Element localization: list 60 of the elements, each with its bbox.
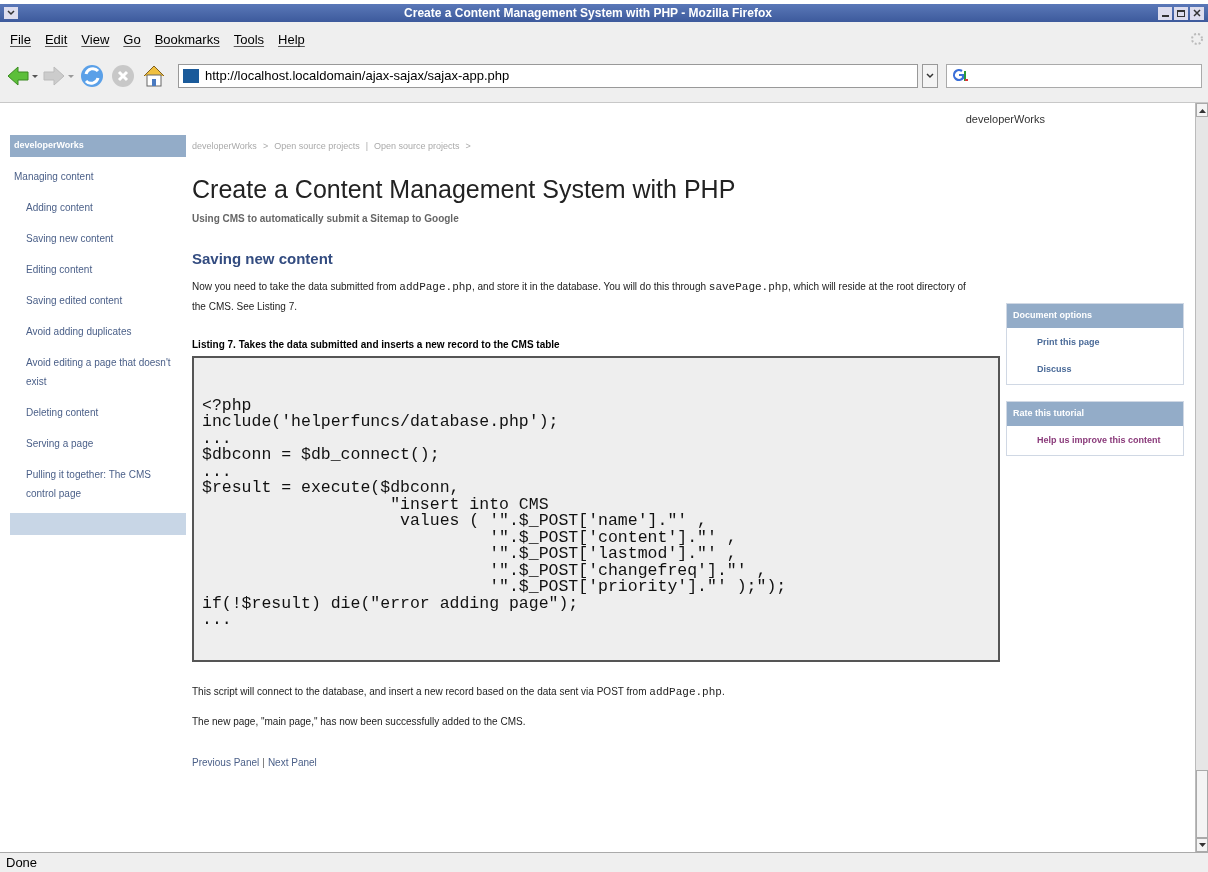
pager-link[interactable]: Previous Panel [192,755,260,770]
breadcrumb-item: developerWorks [192,140,257,154]
address-field[interactable]: http://localhost.localdomain/ajax-sajax/sajax-app.php [178,64,918,88]
menu-item[interactable]: Go [119,30,145,50]
menu-item[interactable]: Help [274,30,309,50]
side-box-link[interactable]: Discuss [1037,361,1175,378]
throbber-icon [1190,32,1204,46]
dropdown-button[interactable] [922,64,938,88]
back-arrow-icon[interactable] [6,64,38,88]
breadcrumb-item: | [365,140,369,154]
chevron-down-icon [926,73,934,79]
side-box-link[interactable]: Print this page [1037,334,1175,351]
breadcrumb-item: Open source projects [374,140,460,154]
search-engine-icon[interactable] [951,68,969,84]
sidebar-link[interactable]: Editing content [10,254,186,285]
page-title: Create a Content Management System with PHP [192,174,737,205]
breadcrumb-item: > [465,140,471,154]
menu-item[interactable]: View [77,30,114,50]
sidebar-link[interactable]: Pulling it together: The CMS control page [10,459,186,509]
maximize-icon[interactable] [1174,6,1188,20]
menu-item[interactable]: Edit [40,30,72,50]
close-icon[interactable] [1190,6,1204,20]
sidebar-link[interactable]: Serving a page [10,428,186,459]
scroll-down-icon[interactable] [1198,842,1206,848]
window-title: Create a Content Management System with PHP - Mozilla Firefox [404,5,772,22]
section-heading: Saving new content [192,249,334,269]
breadcrumb-item: Open source projects [274,140,360,154]
code-listing: <?php include('helperfuncs/database.php'); ... $dbconn = $db_connect(); ... $result = execute($dbconn, "insert into CMS values ( '".$_POST['name']."' , '".$_POST['content']."' , '".$_POST['lastmod']."' , '".$_POST['changefreq']."' , '".$_POST['priority']."' );"); if(!$result) die("error adding page"); ... [192,355,1000,662]
search-field[interactable] [946,64,1202,88]
paragraph: Now you need to take the data submitted from addPage.php, and store it in the database. You will do this through savePage.php, which will reside at the root directory of the CMS. See Listing 7. [192,279,967,314]
paragraph: The new page, "main page," has now been successfully added to the CMS. [192,715,527,729]
sidebar-header: developerWorks [10,135,186,157]
menu-item[interactable]: Bookmarks [150,30,224,50]
window-menu-icon[interactable] [4,7,18,19]
menu-item[interactable]: Tools [229,30,269,50]
sidebar-link[interactable]: Deleting content [10,397,186,428]
breadcrumb-item: > [262,140,269,154]
sidebar-link[interactable]: Avoid editing a page that doesn't exist [10,347,186,397]
side-box-header: Rate this tutorial [1007,402,1183,426]
sidebar-link[interactable]: Avoid adding duplicates [10,316,186,347]
paragraph: This script will connect to the database, and insert a new record based on the data sent via POST from addPage.php. [192,684,726,700]
site-label: developerWorks [965,112,1045,127]
side-box-link[interactable]: Help us improve this content [1037,432,1175,449]
minimize-icon[interactable] [1158,6,1172,20]
listing-caption: Listing 7. Takes the data submitted and inserts a new record to the CMS table [192,337,561,352]
pager-link[interactable]: Next Panel [267,755,317,770]
menu-item[interactable]: File [6,30,35,50]
sidebar-link[interactable]: Managing content [10,161,186,192]
page-subtitle: Using CMS to automatically submit a Sitemap to Google [192,212,460,226]
reload-icon[interactable] [78,62,106,90]
scrollbar-thumb[interactable] [1196,770,1208,838]
scrollbar[interactable] [1195,103,1208,852]
side-box-header: Document options [1007,304,1183,328]
separator-text: | [262,756,265,770]
status-text: Done [6,853,38,872]
sidebar-link[interactable]: Saving new content [10,223,186,254]
sidebar-link[interactable]: Adding content [10,192,186,223]
site-icon [183,69,199,83]
sidebar-link[interactable]: Saving edited content [10,285,186,316]
scroll-up-icon[interactable] [1198,107,1206,113]
